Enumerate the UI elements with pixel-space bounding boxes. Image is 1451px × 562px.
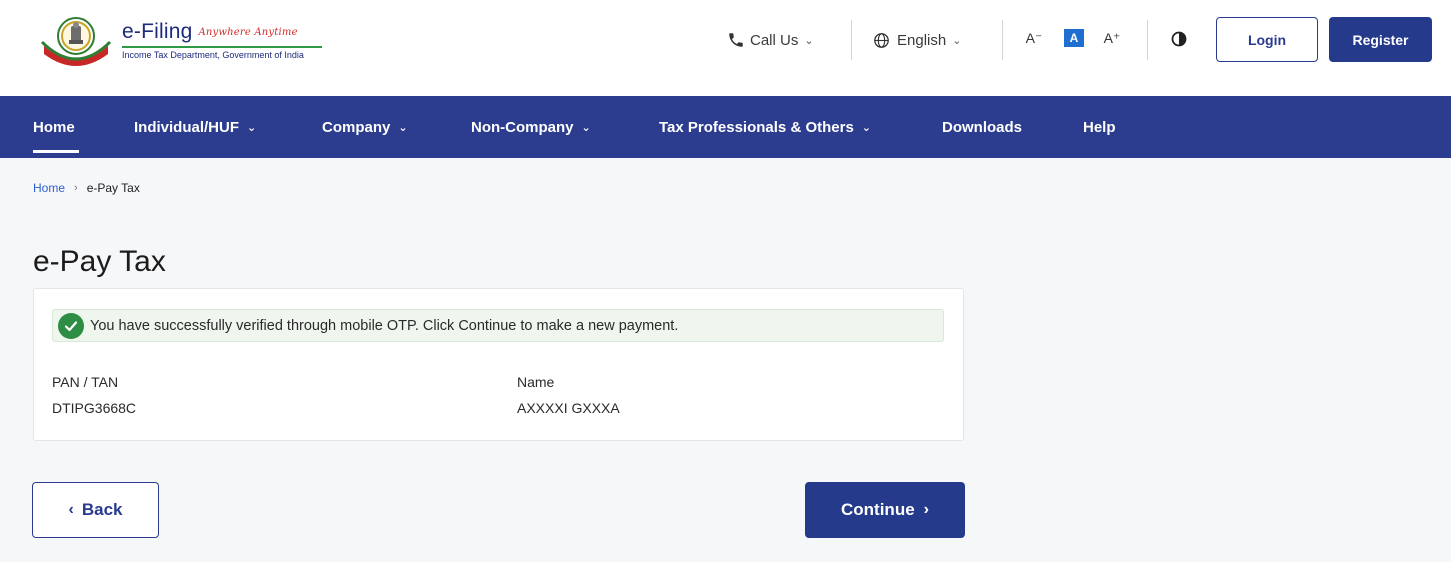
- breadcrumb-current: e-Pay Tax: [86, 181, 140, 195]
- nav-item-label: Individual/HUF: [134, 118, 239, 136]
- main-navigation: Home Individual/HUF ⌄ Company ⌄ Non-Compan…: [0, 96, 1451, 158]
- continue-button[interactable]: Continue ›: [805, 482, 965, 538]
- font-decrease-button[interactable]: A⁻: [1024, 28, 1044, 48]
- chevron-right-icon: ›: [923, 501, 929, 518]
- name-value: AXXXXI GXXXA: [517, 400, 620, 416]
- nav-item-home[interactable]: Home: [33, 96, 75, 158]
- chevron-down-icon: ⌄: [804, 34, 814, 47]
- header-divider: [1147, 20, 1148, 60]
- brand-subtitle: Income Tax Department, Government of Ind…: [122, 50, 304, 60]
- verification-card: You have successfully verified through m…: [33, 288, 964, 441]
- nav-item-tax-professionals[interactable]: Tax Professionals & Others ⌄: [659, 96, 871, 158]
- nav-item-downloads[interactable]: Downloads: [942, 96, 1022, 158]
- name-label: Name: [517, 374, 555, 390]
- nav-item-label: Company: [322, 118, 391, 136]
- chevron-right-icon: ›: [74, 182, 78, 194]
- chevron-left-icon: ‹: [68, 501, 74, 518]
- page-title: e-Pay Tax: [33, 245, 166, 278]
- language-dropdown[interactable]: English ⌄: [873, 22, 961, 58]
- contrast-icon[interactable]: [1171, 31, 1187, 47]
- back-button[interactable]: ‹ Back: [32, 482, 159, 538]
- efiling-logo[interactable]: e-Filing Anywhere Anytime Income Tax Depa…: [34, 12, 334, 74]
- brand-title: e-Filing Anywhere Anytime: [122, 20, 298, 44]
- nav-active-indicator: [33, 150, 79, 153]
- nav-item-company[interactable]: Company ⌄: [322, 96, 408, 158]
- call-us-label: Call Us: [750, 31, 799, 49]
- chevron-down-icon: ⌄: [247, 121, 257, 134]
- pan-tan-value: DTIPG3668C: [52, 400, 137, 416]
- nav-item-non-company[interactable]: Non-Company ⌄: [471, 96, 591, 158]
- continue-button-label: Continue: [841, 500, 915, 519]
- call-us-dropdown[interactable]: Call Us ⌄: [727, 22, 814, 58]
- nav-item-label: Home: [33, 118, 75, 136]
- breadcrumb-home-link[interactable]: Home: [33, 181, 65, 195]
- emblem-logo-icon: [40, 17, 112, 66]
- check-circle-icon: [58, 312, 84, 339]
- pan-tan-label: PAN / TAN: [52, 374, 119, 390]
- nav-item-label: Help: [1083, 118, 1116, 136]
- header-divider: [1002, 20, 1003, 60]
- login-button[interactable]: Login: [1216, 17, 1318, 62]
- brand-tagline: Anywhere Anytime: [198, 27, 298, 38]
- success-alert: You have successfully verified through m…: [52, 309, 944, 342]
- font-increase-button[interactable]: A⁺: [1102, 28, 1122, 48]
- success-alert-text: You have successfully verified through m…: [90, 317, 679, 334]
- brand-divider: [122, 46, 322, 48]
- language-label: English: [897, 31, 947, 49]
- site-header: e-Filing Anywhere Anytime Income Tax Depa…: [0, 0, 1451, 96]
- header-divider: [851, 20, 852, 60]
- register-button[interactable]: Register: [1329, 17, 1432, 62]
- chevron-down-icon: ⌄: [861, 121, 872, 134]
- chevron-down-icon: ⌄: [952, 34, 962, 47]
- back-button-label: Back: [81, 500, 123, 519]
- nav-item-individual-huf[interactable]: Individual/HUF ⌄: [134, 96, 256, 158]
- nav-item-label: Downloads: [942, 118, 1023, 136]
- nav-item-help[interactable]: Help: [1083, 96, 1116, 158]
- chevron-down-icon: ⌄: [398, 121, 408, 134]
- font-default-button[interactable]: A: [1064, 29, 1084, 47]
- breadcrumb: Home › e-Pay Tax: [33, 181, 140, 195]
- nav-item-label: Non-Company: [471, 118, 574, 136]
- brand-title-text: e-Filing: [122, 20, 193, 43]
- nav-item-label: Tax Professionals & Others: [659, 118, 854, 136]
- globe-icon: [874, 32, 889, 48]
- phone-icon: [729, 33, 743, 47]
- chevron-down-icon: ⌄: [581, 121, 591, 134]
